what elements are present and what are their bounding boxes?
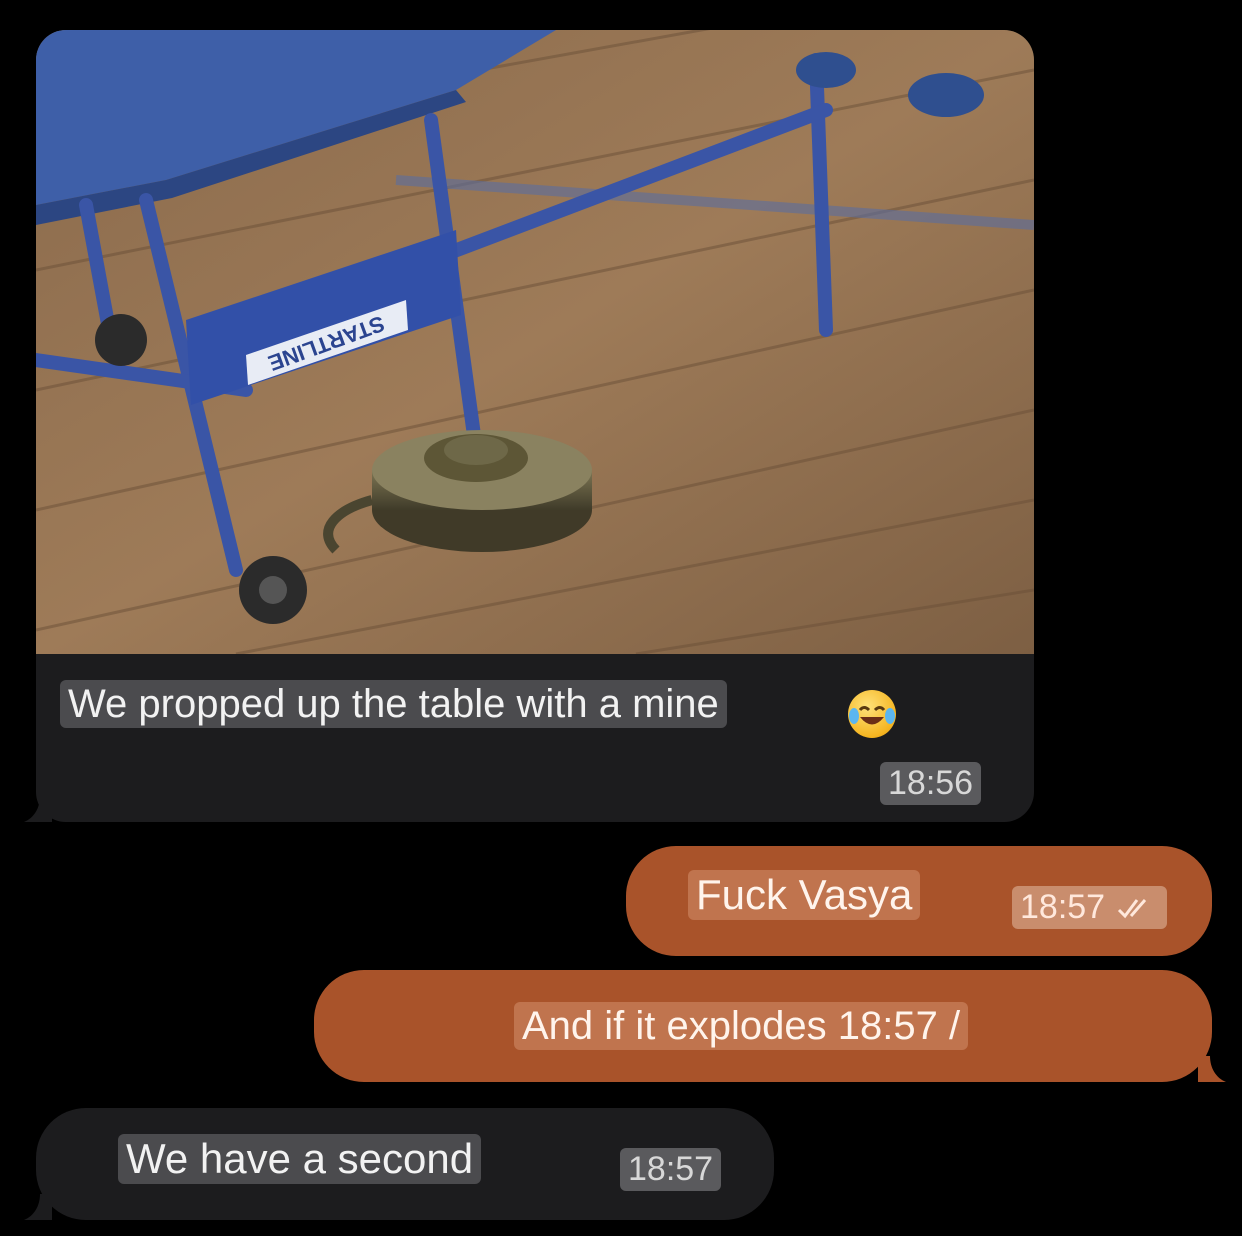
bubble-tail [1198,1056,1226,1082]
message-text: And if it explodes 18:57 / [514,1002,969,1050]
face-with-tears-of-joy-icon [848,690,896,738]
photo-attachment[interactable]: STARTLINE [36,30,1034,654]
message-time: 18:57 [1020,888,1106,926]
double-check-icon [1117,899,1146,919]
message-text: We have a second [118,1134,482,1185]
message-text: Fuck Vasya [688,870,921,921]
outgoing-message[interactable]: And if it explodes 18:57 / [314,970,1226,1082]
message-time: 18:56 [880,762,982,806]
message-text: We propped up the table with a mine [60,680,727,728]
bubble-tail [24,1194,52,1220]
chat-thread: STARTLINE We propped up the table with a… [0,0,1242,1236]
outgoing-message[interactable]: Fuck Vasya 18:57 [626,846,1212,956]
message-time: 18:57 [620,1148,722,1192]
message-meta: 18:57 [1012,886,1167,930]
bubble-tail [24,796,52,822]
incoming-photo-message[interactable]: STARTLINE We propped up the table with a… [24,30,1034,822]
incoming-message[interactable]: We have a second 18:57 [24,1108,774,1220]
